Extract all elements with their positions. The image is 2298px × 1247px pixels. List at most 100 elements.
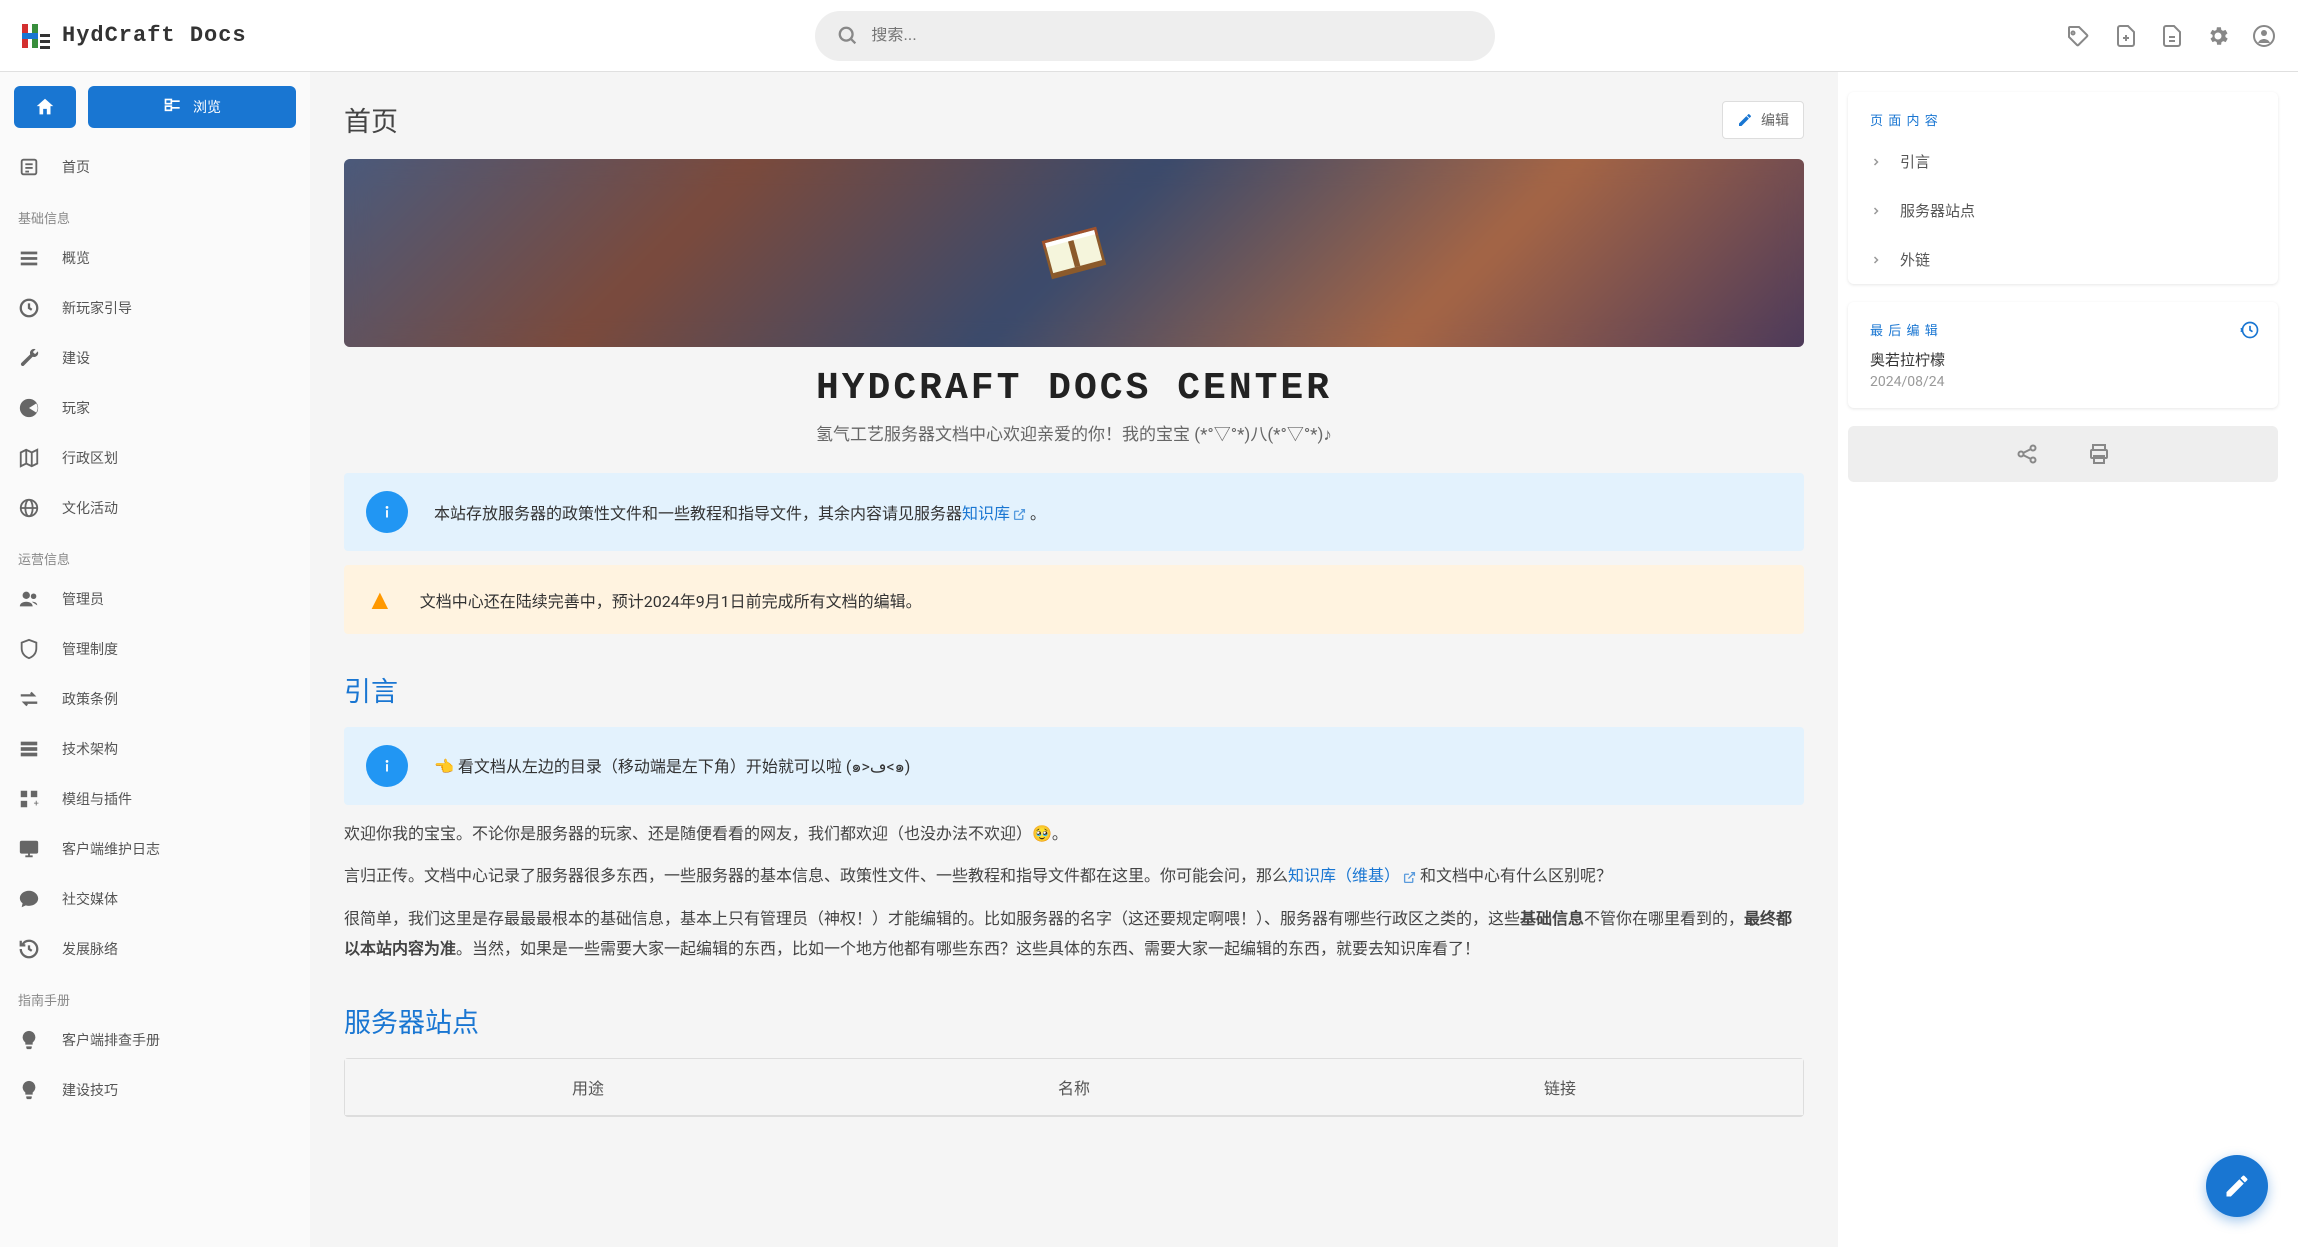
- bulb-icon: [18, 1029, 40, 1051]
- people-icon: [18, 588, 40, 610]
- print-icon[interactable]: [2085, 440, 2113, 468]
- sidebar-item[interactable]: 客户端排查手册: [0, 1015, 310, 1065]
- blocks-icon: +: [18, 788, 40, 810]
- alert-text: 文档中心还在陆续完善中，预计2024年9月1日前完成所有文档的编辑。: [420, 588, 922, 612]
- pencil-icon: [1737, 112, 1753, 128]
- sidebar-item[interactable]: 概览: [0, 233, 310, 283]
- edit-button[interactable]: 编辑: [1722, 101, 1804, 139]
- account-icon[interactable]: [2250, 22, 2278, 50]
- browse-button[interactable]: 浏览: [88, 86, 296, 128]
- right-sidebar: 页 面 内 容 引言服务器站点外链 最 后 编 辑 奥若拉柠檬 2024/08/…: [1838, 72, 2298, 1247]
- sidebar-section-title: 基础信息: [0, 192, 310, 233]
- sidebar-item-label: 技术架构: [62, 739, 118, 759]
- history-icon[interactable]: [2240, 320, 2260, 344]
- gear-icon[interactable]: [2204, 22, 2232, 50]
- search-icon: [837, 25, 859, 47]
- logo-area[interactable]: HydCraft Docs: [20, 20, 247, 52]
- sidebar-item[interactable]: +模组与插件: [0, 774, 310, 824]
- article-icon: [18, 156, 40, 178]
- sidebar-item-label: 首页: [62, 157, 90, 177]
- pacman-icon: [18, 397, 40, 419]
- paragraph: 很简单，我们这里是存最最最根本的基础信息，基本上只有管理员（神权！）才能编辑的。…: [344, 904, 1804, 965]
- new-page-icon[interactable]: [2112, 22, 2140, 50]
- alert-link[interactable]: 知识库: [962, 504, 1026, 523]
- toc-item[interactable]: 服务器站点: [1848, 186, 2278, 235]
- svg-text:+: +: [34, 799, 39, 809]
- monitor-icon: [18, 838, 40, 860]
- toc-item-label: 引言: [1900, 151, 1930, 172]
- last-edit-card[interactable]: 最 后 编 辑 奥若拉柠檬 2024/08/24: [1848, 302, 2278, 408]
- sidebar-item[interactable]: 客户端维护日志: [0, 824, 310, 874]
- toc-item[interactable]: 外链: [1848, 235, 2278, 284]
- sidebar-item-label: 发展脉络: [62, 939, 118, 959]
- search-wrap: [267, 11, 2044, 61]
- last-edit-title: 最 后 编 辑: [1870, 320, 2256, 339]
- sidebar-item[interactable]: 管理制度: [0, 624, 310, 674]
- chevron-right-icon: [1870, 156, 1882, 168]
- shield-icon: [18, 638, 40, 660]
- sidebar-item[interactable]: 政策条例: [0, 674, 310, 724]
- sidebar-item-label: 玩家: [62, 398, 90, 418]
- sidebar-item[interactable]: 发展脉络: [0, 924, 310, 974]
- toc-item[interactable]: 引言: [1848, 137, 2278, 186]
- alert-warning: ▲ 文档中心还在陆续完善中，预计2024年9月1日前完成所有文档的编辑。: [344, 565, 1804, 634]
- info-icon: [366, 745, 408, 787]
- map-icon: [18, 447, 40, 469]
- main-content: 首页 编辑 HYDCRAFT DOCS CENTER 氢气工艺服务器文档中心欢迎…: [310, 72, 1838, 1247]
- sidebar-item-label: 概览: [62, 248, 90, 268]
- browse-label: 浏览: [193, 97, 221, 117]
- section-heading-sites: 服务器站点: [344, 1001, 1804, 1040]
- edit-fab[interactable]: [2206, 1155, 2268, 1217]
- sidebar-item-label: 行政区划: [62, 448, 118, 468]
- alert-text: 👈 看文档从左边的目录（移动端是左下角）开始就可以啦 (๑>ڡ<๑): [434, 753, 910, 780]
- history-icon: [18, 938, 40, 960]
- bulb-icon: [18, 1079, 40, 1101]
- warning-icon: ▲: [366, 583, 394, 616]
- info-icon: [366, 491, 408, 533]
- external-link-icon: [1403, 871, 1416, 884]
- arrows-icon: [18, 688, 40, 710]
- sidebar-item[interactable]: 文化活动: [0, 483, 310, 533]
- paragraph: 言归正传。文档中心记录了服务器很多东西，一些服务器的基本信息、政策性文件、一些教…: [344, 861, 1804, 891]
- toc-item-label: 外链: [1900, 249, 1930, 270]
- sidebar-item[interactable]: 建设: [0, 333, 310, 383]
- last-edit-date: 2024/08/24: [1870, 374, 2256, 390]
- search-input[interactable]: [871, 27, 1473, 45]
- sidebar-item[interactable]: 技术架构: [0, 724, 310, 774]
- sidebar-item[interactable]: 建设技巧: [0, 1065, 310, 1115]
- sidebar-item-label: 客户端排查手册: [62, 1030, 160, 1050]
- chevron-right-icon: [1870, 254, 1882, 266]
- book-icon: [1029, 208, 1119, 298]
- list-icon: [18, 247, 40, 269]
- banner-heading: HYDCRAFT DOCS CENTER: [344, 367, 1804, 410]
- section-heading-intro: 引言: [344, 670, 1804, 709]
- sidebar-item-label: 社交媒体: [62, 889, 118, 909]
- sidebar-item[interactable]: 新玩家引导: [0, 283, 310, 333]
- toc-item-label: 服务器站点: [1900, 200, 1975, 221]
- banner: [344, 159, 1804, 347]
- sidebar-item[interactable]: 玩家: [0, 383, 310, 433]
- sidebar-home[interactable]: 首页: [0, 142, 310, 192]
- chevron-right-icon: [1870, 205, 1882, 217]
- header-actions: [2112, 22, 2278, 50]
- edit-label: 编辑: [1761, 110, 1789, 130]
- header: HydCraft Docs: [0, 0, 2298, 72]
- share-icon[interactable]: [2013, 440, 2041, 468]
- wiki-link[interactable]: 知识库（维基）: [1288, 866, 1416, 885]
- search-box[interactable]: [815, 11, 1495, 61]
- page-actions: [1848, 426, 2278, 482]
- sidebar-item-label: 客户端维护日志: [62, 839, 160, 859]
- sidebar-item[interactable]: 社交媒体: [0, 874, 310, 924]
- toc-card: 页 面 内 容 引言服务器站点外链: [1848, 92, 2278, 284]
- home-button[interactable]: [14, 86, 76, 128]
- tags-icon[interactable]: [2064, 22, 2092, 50]
- table-header: 名称: [831, 1059, 1317, 1115]
- page-actions-icon[interactable]: [2158, 22, 2186, 50]
- sidebar-item[interactable]: 管理员: [0, 574, 310, 624]
- sidebar-item[interactable]: 行政区划: [0, 433, 310, 483]
- sites-table: 用途名称链接: [344, 1058, 1804, 1117]
- last-edit-author: 奥若拉柠檬: [1870, 349, 2256, 370]
- sidebar-section-title: 运营信息: [0, 533, 310, 574]
- toc-title: 页 面 内 容: [1848, 92, 2278, 137]
- globe-icon: [18, 497, 40, 519]
